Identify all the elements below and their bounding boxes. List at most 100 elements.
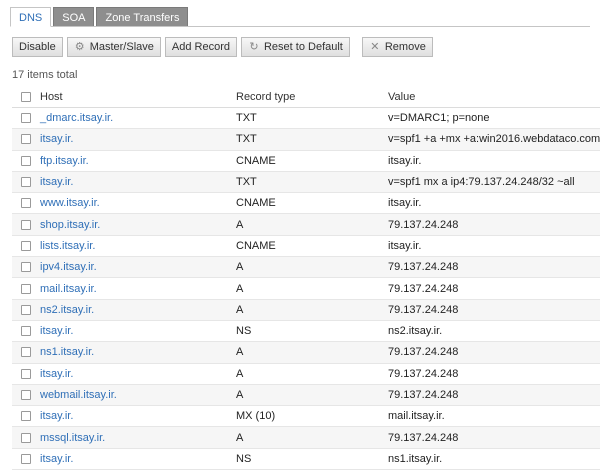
row-checkbox[interactable] [21, 453, 31, 464]
record-value: ns1.itsay.ir. [388, 452, 443, 465]
host-link[interactable]: shop.itsay.ir. [40, 219, 100, 231]
record-type: A [236, 218, 244, 231]
host-link[interactable]: itsay.ir. [40, 453, 73, 465]
record-value: 79.137.24.248 [388, 367, 459, 380]
host-link[interactable]: webmail.itsay.ir. [40, 389, 117, 401]
row-checkbox[interactable] [21, 326, 31, 337]
row-checkbox[interactable] [21, 177, 31, 188]
master-slave-label: Master/Slave [89, 41, 154, 53]
table-row: itsay.ir. MX (10) mail.itsay.ir. [12, 406, 600, 428]
row-checkbox[interactable] [21, 390, 31, 400]
record-value: ns2.itsay.ir. [388, 325, 443, 338]
host-link[interactable]: lists.itsay.ir. [40, 240, 95, 252]
column-header-host[interactable]: Host [40, 91, 236, 103]
record-type: MX (10) [236, 410, 276, 423]
remove-label: Remove [384, 41, 426, 53]
record-value: v=spf1 +a +mx +a:win2016.webdataco.com -… [388, 133, 600, 146]
host-link[interactable]: itsay.ir. [40, 325, 73, 337]
host-link[interactable]: ns1.itsay.ir. [40, 346, 94, 358]
table-row: webmail.itsay.ir. A 79.137.24.248 [12, 384, 600, 407]
row-checkbox[interactable] [21, 304, 31, 315]
row-checkbox[interactable] [21, 198, 31, 209]
table-row: ns1.itsay.ir. A 79.137.24.248 [12, 342, 600, 364]
dns-records-table: Host Record type Value _dmarc.itsay.ir. T… [12, 86, 600, 470]
record-type: NS [236, 452, 252, 465]
row-checkbox[interactable] [21, 432, 31, 443]
record-type: A [236, 282, 244, 295]
select-all-checkbox[interactable] [21, 91, 31, 102]
reset-default-label: Reset to Default [263, 41, 343, 53]
record-value: itsay.ir. [388, 154, 422, 167]
reset-default-button[interactable]: ↻ Reset to Default [240, 37, 350, 57]
row-checkbox[interactable] [21, 134, 31, 145]
add-record-label: Add Record [171, 41, 230, 53]
host-link[interactable]: ipv4.itsay.ir. [40, 261, 97, 273]
row-checkbox[interactable] [21, 155, 31, 166]
record-value: 79.137.24.248 [388, 303, 459, 316]
record-value: 79.137.24.248 [388, 218, 459, 231]
tab-bar: DNS SOA Zone Transfers [10, 7, 189, 27]
remove-icon: ✕ [370, 41, 380, 53]
table-row: itsay.ir. TXT v=spf1 mx a ip4:79.137.24.24… [12, 171, 600, 194]
record-type: A [236, 261, 244, 274]
tab-zone-transfers[interactable]: Zone Transfers [96, 7, 189, 27]
table-row: _dmarc.itsay.ir. TXT v=DMARC1; p=none [12, 108, 600, 130]
record-type: A [236, 431, 244, 444]
tab-dns[interactable]: DNS [10, 7, 52, 27]
record-type: TXT [236, 176, 257, 189]
gear-icon: ⚙ [74, 41, 85, 53]
host-link[interactable]: _dmarc.itsay.ir. [40, 112, 113, 124]
host-link[interactable]: itsay.ir. [40, 133, 73, 145]
row-checkbox[interactable] [21, 262, 31, 273]
record-type: NS [236, 325, 252, 338]
column-header-type[interactable]: Record type [236, 91, 388, 103]
record-value: 79.137.24.248 [388, 389, 459, 401]
items-total: 17 items total [12, 69, 78, 81]
record-type: CNAME [236, 197, 276, 210]
master-slave-button[interactable]: ⚙ Master/Slave [66, 37, 161, 57]
disable-button[interactable]: Disable [12, 37, 63, 57]
table-row: itsay.ir. A 79.137.24.248 [12, 364, 600, 385]
row-checkbox[interactable] [21, 411, 31, 422]
table-row: www.itsay.ir. CNAME itsay.ir. [12, 193, 600, 215]
tab-soa[interactable]: SOA [53, 7, 95, 27]
row-checkbox[interactable] [21, 219, 31, 230]
record-type: TXT [236, 133, 257, 146]
host-link[interactable]: mail.itsay.ir. [40, 283, 97, 295]
host-link[interactable]: itsay.ir. [40, 410, 73, 422]
column-header-value[interactable]: Value [388, 91, 600, 103]
refresh-icon: ↻ [249, 41, 259, 53]
host-link[interactable]: www.itsay.ir. [40, 197, 100, 209]
record-value: v=DMARC1; p=none [388, 112, 490, 125]
record-value: itsay.ir. [388, 197, 422, 210]
table-row: shop.itsay.ir. A 79.137.24.248 [12, 214, 600, 236]
record-value: 79.137.24.248 [388, 261, 459, 274]
table-body: _dmarc.itsay.ir. TXT v=DMARC1; p=none itsay… [12, 108, 600, 470]
host-link[interactable]: itsay.ir. [40, 176, 73, 188]
host-link[interactable]: mssql.itsay.ir. [40, 432, 105, 444]
record-value: mail.itsay.ir. [388, 410, 445, 423]
table-row: itsay.ir. NS ns1.itsay.ir. [12, 449, 600, 470]
record-type: A [236, 367, 244, 380]
disable-button-label: Disable [19, 41, 56, 53]
table-row: ipv4.itsay.ir. A 79.137.24.248 [12, 257, 600, 279]
record-value: 79.137.24.248 [388, 346, 459, 359]
table-row: mssql.itsay.ir. A 79.137.24.248 [12, 427, 600, 449]
record-type: CNAME [236, 154, 276, 167]
host-link[interactable]: ftp.itsay.ir. [40, 155, 89, 167]
row-checkbox[interactable] [21, 347, 31, 358]
record-value: 79.137.24.248 [388, 431, 459, 444]
add-record-button[interactable]: Add Record [164, 37, 237, 57]
host-link[interactable]: itsay.ir. [40, 368, 73, 380]
record-type: A [236, 303, 244, 316]
row-checkbox[interactable] [21, 368, 31, 379]
row-checkbox[interactable] [21, 240, 31, 251]
record-type: CNAME [236, 239, 276, 252]
record-value: itsay.ir. [388, 239, 422, 252]
record-value: v=spf1 mx a ip4:79.137.24.248/32 ~all [388, 176, 575, 189]
host-link[interactable]: ns2.itsay.ir. [40, 304, 94, 316]
remove-button[interactable]: ✕ Remove [361, 37, 433, 57]
row-checkbox[interactable] [21, 113, 31, 124]
table-row: mail.itsay.ir. A 79.137.24.248 [12, 278, 600, 300]
row-checkbox[interactable] [21, 283, 31, 294]
